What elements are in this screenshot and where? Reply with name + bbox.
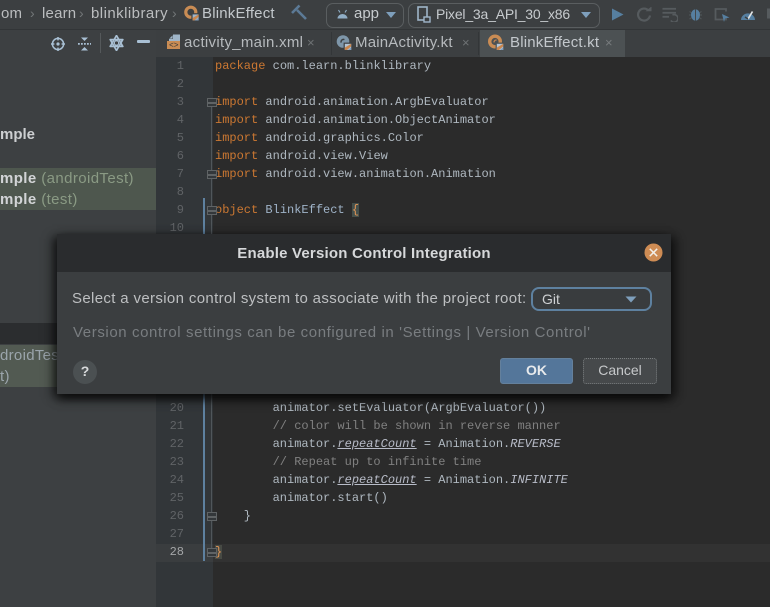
svg-text:<>: <> (169, 42, 179, 51)
